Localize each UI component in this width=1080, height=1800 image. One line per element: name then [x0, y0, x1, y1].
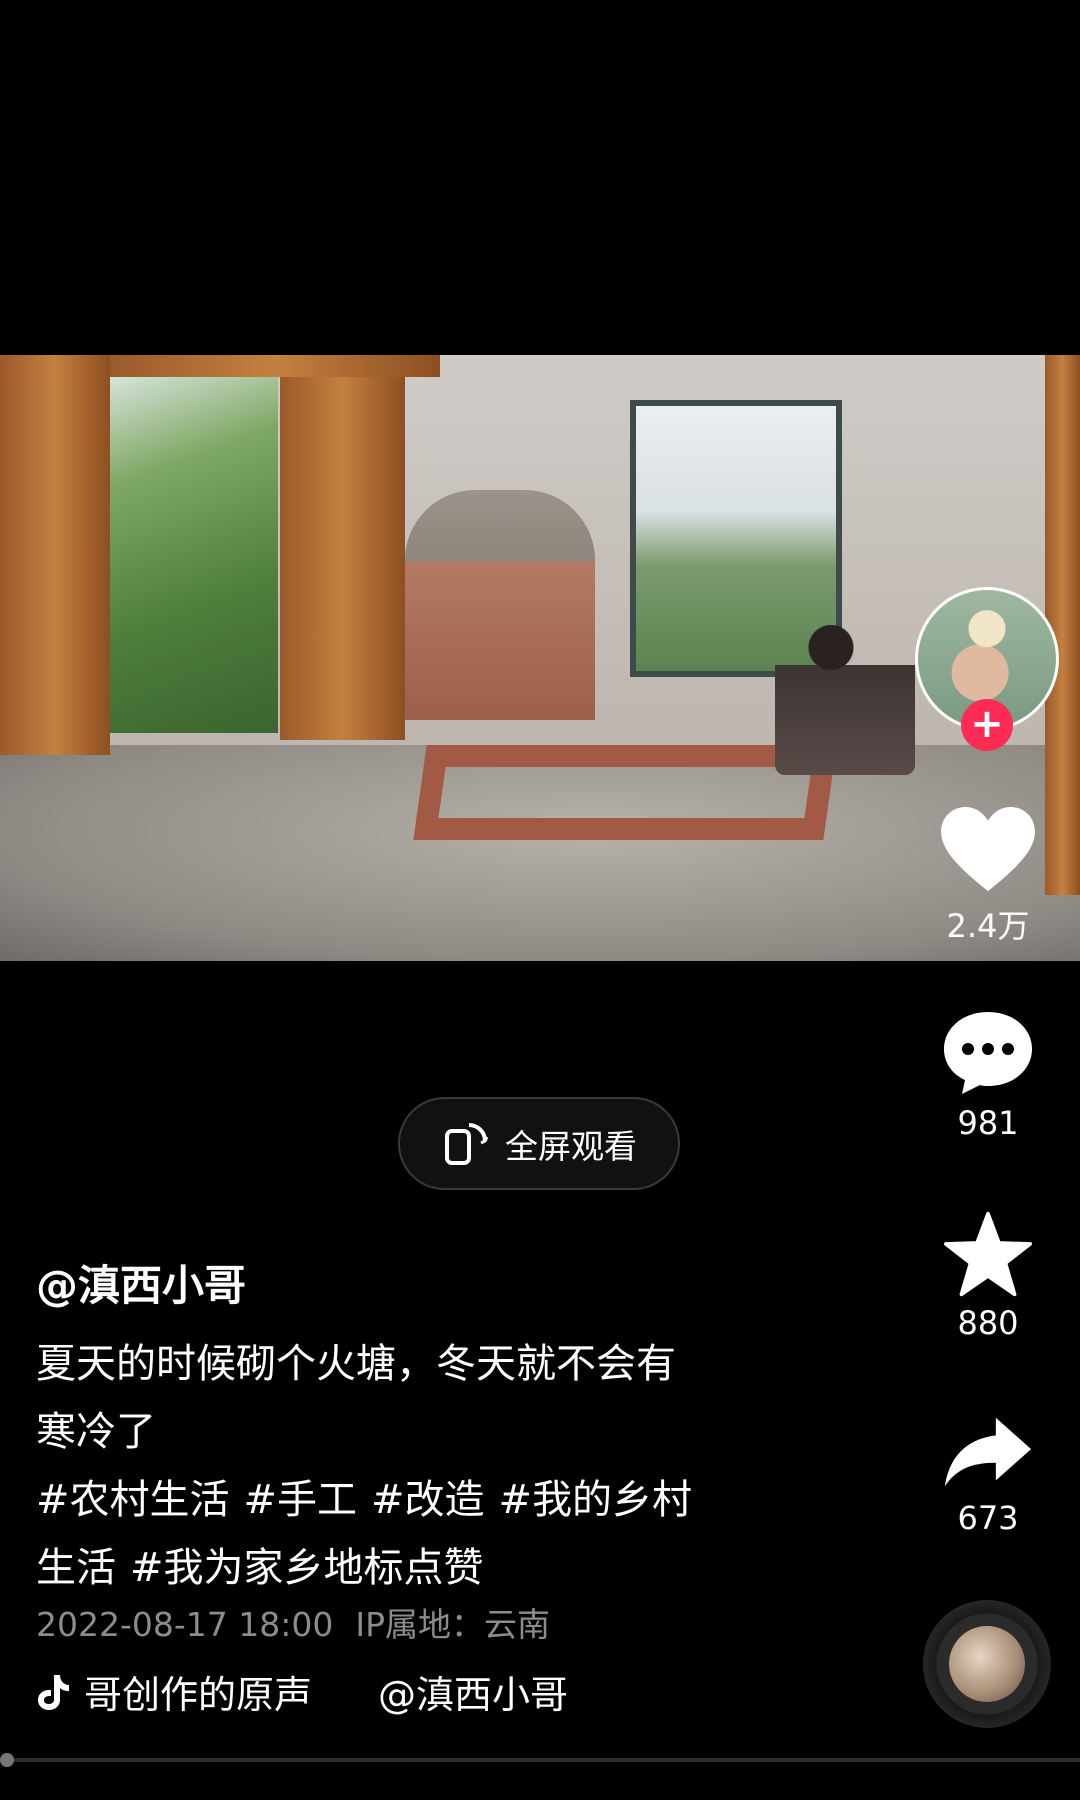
star-icon: [943, 1211, 1032, 1297]
music-title: 哥创作的原声: [84, 1673, 313, 1717]
video-wood-panel: [0, 355, 110, 755]
music-author: @滇西小哥: [378, 1673, 569, 1717]
author-name[interactable]: @滇西小哥: [36, 1252, 246, 1313]
fullscreen-button[interactable]: 全屏观看: [398, 1097, 680, 1190]
video-clay-oven: [405, 490, 595, 720]
plus-icon: +: [970, 701, 1004, 747]
rotate-phone-icon: [441, 1119, 491, 1169]
ip-location: IP属地：云南: [355, 1605, 551, 1644]
share-button[interactable]: 673: [930, 1413, 1046, 1537]
hashtag[interactable]: #改造: [371, 1477, 485, 1523]
progress-bar[interactable]: [0, 1758, 1080, 1762]
progress-handle[interactable]: [0, 1753, 14, 1767]
video-wood-beam: [110, 355, 440, 377]
tiktok-note-icon: [38, 1674, 69, 1710]
video-person: [775, 625, 915, 775]
video-wood-door: [280, 365, 405, 740]
favorite-count: 880: [957, 1304, 1019, 1342]
post-caption: 夏天的时候砌个火塘，冬天就不会有 寒冷了 #农村生活 #手工 #改造 #我的乡村 生活…: [36, 1330, 776, 1602]
comment-button[interactable]: 981: [930, 1008, 1046, 1142]
music-cover: [949, 1626, 1025, 1702]
comment-count: 981: [957, 1104, 1019, 1142]
hashtag[interactable]: #我的乡村: [499, 1477, 693, 1523]
share-count: 673: [957, 1499, 1019, 1537]
like-button[interactable]: 2.4万: [930, 805, 1046, 947]
music-info[interactable]: 哥创作的原声 @滇西小哥: [36, 1664, 568, 1719]
fullscreen-label: 全屏观看: [505, 1126, 637, 1166]
hashtag[interactable]: #手工: [244, 1477, 358, 1523]
like-count: 2.4万: [946, 907, 1030, 945]
music-disc[interactable]: [923, 1600, 1051, 1728]
post-meta: 2022-08-17 18:00 IP属地：云南: [36, 1598, 572, 1646]
video-brick-fire-pit: [413, 745, 837, 840]
favorite-button[interactable]: 880: [930, 1210, 1046, 1342]
caption-line-1: 夏天的时候砌个火塘，冬天就不会有: [36, 1341, 676, 1387]
hashtag[interactable]: #农村生活: [36, 1477, 230, 1523]
follow-button[interactable]: +: [961, 699, 1013, 751]
hashtag-continuation[interactable]: 生活: [36, 1545, 116, 1591]
post-date: 2022-08-17 18:00: [36, 1605, 334, 1644]
video-doorway: [108, 355, 278, 733]
heart-icon: [941, 806, 1035, 892]
share-arrow-icon: [944, 1417, 1032, 1487]
hashtag-list: #农村生活 #手工 #改造 #我的乡村 生活 #我为家乡地标点赞: [36, 1466, 776, 1602]
comment-bubble-icon: [944, 1012, 1032, 1094]
author-avatar-group[interactable]: +: [915, 587, 1059, 751]
hashtag[interactable]: #我为家乡地标点赞: [130, 1545, 484, 1591]
caption-line-2: 寒冷了: [36, 1409, 156, 1455]
